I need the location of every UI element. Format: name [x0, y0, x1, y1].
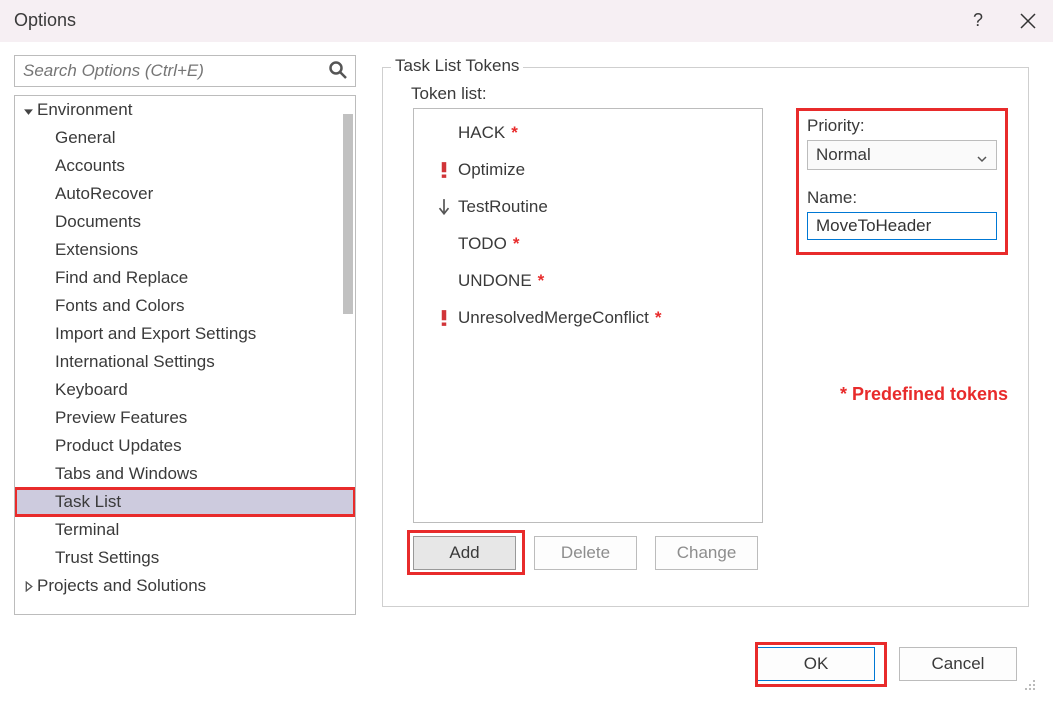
expander-closed-icon[interactable] — [21, 579, 35, 593]
tree-label: AutoRecover — [55, 184, 153, 204]
tree-label: Extensions — [55, 240, 138, 260]
tree-item[interactable]: Documents — [15, 208, 355, 236]
tree-node-projects[interactable]: Projects and Solutions — [15, 572, 355, 600]
tree-item[interactable]: Find and Replace — [15, 264, 355, 292]
tree-item[interactable]: Task List — [15, 488, 355, 516]
tree-item[interactable]: Tabs and Windows — [15, 460, 355, 488]
token-list-label: Token list: — [411, 84, 487, 104]
ok-button[interactable]: OK — [757, 647, 875, 681]
priority-name-panel: Priority: Normal Name: — [796, 108, 1008, 255]
cancel-button[interactable]: Cancel — [899, 647, 1017, 681]
tree-item[interactable]: General — [15, 124, 355, 152]
tree-label: Projects and Solutions — [37, 576, 206, 596]
token-row[interactable]: HACK * — [414, 114, 762, 151]
token-row[interactable]: UnresolvedMergeConflict * — [414, 299, 762, 336]
tree-item[interactable]: Import and Export Settings — [15, 320, 355, 348]
tree-label: Keyboard — [55, 380, 128, 400]
name-label: Name: — [807, 188, 997, 208]
priority-icon — [434, 161, 454, 179]
tree-label: Trust Settings — [55, 548, 159, 568]
window-title: Options — [14, 10, 76, 31]
priority-icon — [434, 309, 454, 327]
tree-label: Product Updates — [55, 436, 182, 456]
tree-label: Terminal — [55, 520, 119, 540]
predefined-marker: * — [655, 308, 662, 328]
token-name: UnresolvedMergeConflict — [454, 308, 649, 328]
priority-icon — [434, 198, 454, 216]
tree-label: General — [55, 128, 115, 148]
group-legend: Task List Tokens — [391, 56, 523, 76]
search-icon — [328, 60, 348, 85]
tree-item[interactable]: AutoRecover — [15, 180, 355, 208]
token-name: TODO — [454, 234, 507, 254]
token-name: HACK — [454, 123, 505, 143]
tree-label: Preview Features — [55, 408, 187, 428]
tree-item[interactable]: Trust Settings — [15, 544, 355, 572]
tree-item[interactable]: Terminal — [15, 516, 355, 544]
predefined-marker: * — [511, 123, 518, 143]
resize-grip[interactable] — [1023, 677, 1037, 697]
tree-item[interactable]: International Settings — [15, 348, 355, 376]
tree-label: Fonts and Colors — [55, 296, 184, 316]
tree-item[interactable]: Extensions — [15, 236, 355, 264]
priority-value: Normal — [816, 145, 871, 165]
name-input[interactable] — [807, 212, 997, 240]
priority-select[interactable]: Normal — [807, 140, 997, 170]
options-tree[interactable]: Environment General Accounts AutoRecover Do… — [14, 95, 356, 615]
tree-label: Environment — [37, 100, 132, 120]
tree-label: Tabs and Windows — [55, 464, 198, 484]
delete-button[interactable]: Delete — [534, 536, 637, 570]
tree-item[interactable]: Keyboard — [15, 376, 355, 404]
tree-item[interactable]: Preview Features — [15, 404, 355, 432]
task-list-tokens-group: Task List Tokens Token list: HACK*Optimi… — [382, 67, 1029, 607]
tree-item[interactable]: Fonts and Colors — [15, 292, 355, 320]
tree-node-environment[interactable]: Environment — [15, 96, 355, 124]
tree-label: International Settings — [55, 352, 215, 372]
tree-item[interactable]: Accounts — [15, 152, 355, 180]
predefined-tokens-note: * Predefined tokens — [840, 384, 1008, 405]
expander-open-icon[interactable] — [21, 103, 35, 117]
token-name: TestRoutine — [454, 197, 548, 217]
predefined-marker: * — [538, 271, 545, 291]
token-row[interactable]: Optimize — [414, 151, 762, 188]
predefined-marker: * — [513, 234, 520, 254]
token-row[interactable]: TestRoutine — [414, 188, 762, 225]
titlebar: Options ? — [0, 0, 1053, 42]
tree-label: Documents — [55, 212, 141, 232]
token-name: Optimize — [454, 160, 525, 180]
token-row[interactable]: UNDONE * — [414, 262, 762, 299]
change-button[interactable]: Change — [655, 536, 758, 570]
priority-label: Priority: — [807, 116, 997, 136]
tree-label: Task List — [55, 492, 121, 512]
help-button[interactable]: ? — [953, 0, 1003, 42]
close-button[interactable] — [1003, 0, 1053, 42]
scrollbar-thumb[interactable] — [343, 114, 353, 314]
search-input[interactable] — [14, 55, 356, 87]
token-list[interactable]: HACK*OptimizeTestRoutineTODO*UNDONE*Unre… — [413, 108, 763, 523]
chevron-down-icon — [976, 150, 988, 170]
close-icon — [1020, 13, 1036, 29]
tree-label: Accounts — [55, 156, 125, 176]
token-name: UNDONE — [454, 271, 532, 291]
add-button[interactable]: Add — [413, 536, 516, 570]
token-row[interactable]: TODO * — [414, 225, 762, 262]
tree-item[interactable]: Product Updates — [15, 432, 355, 460]
tree-label: Find and Replace — [55, 268, 188, 288]
tree-label: Import and Export Settings — [55, 324, 256, 344]
